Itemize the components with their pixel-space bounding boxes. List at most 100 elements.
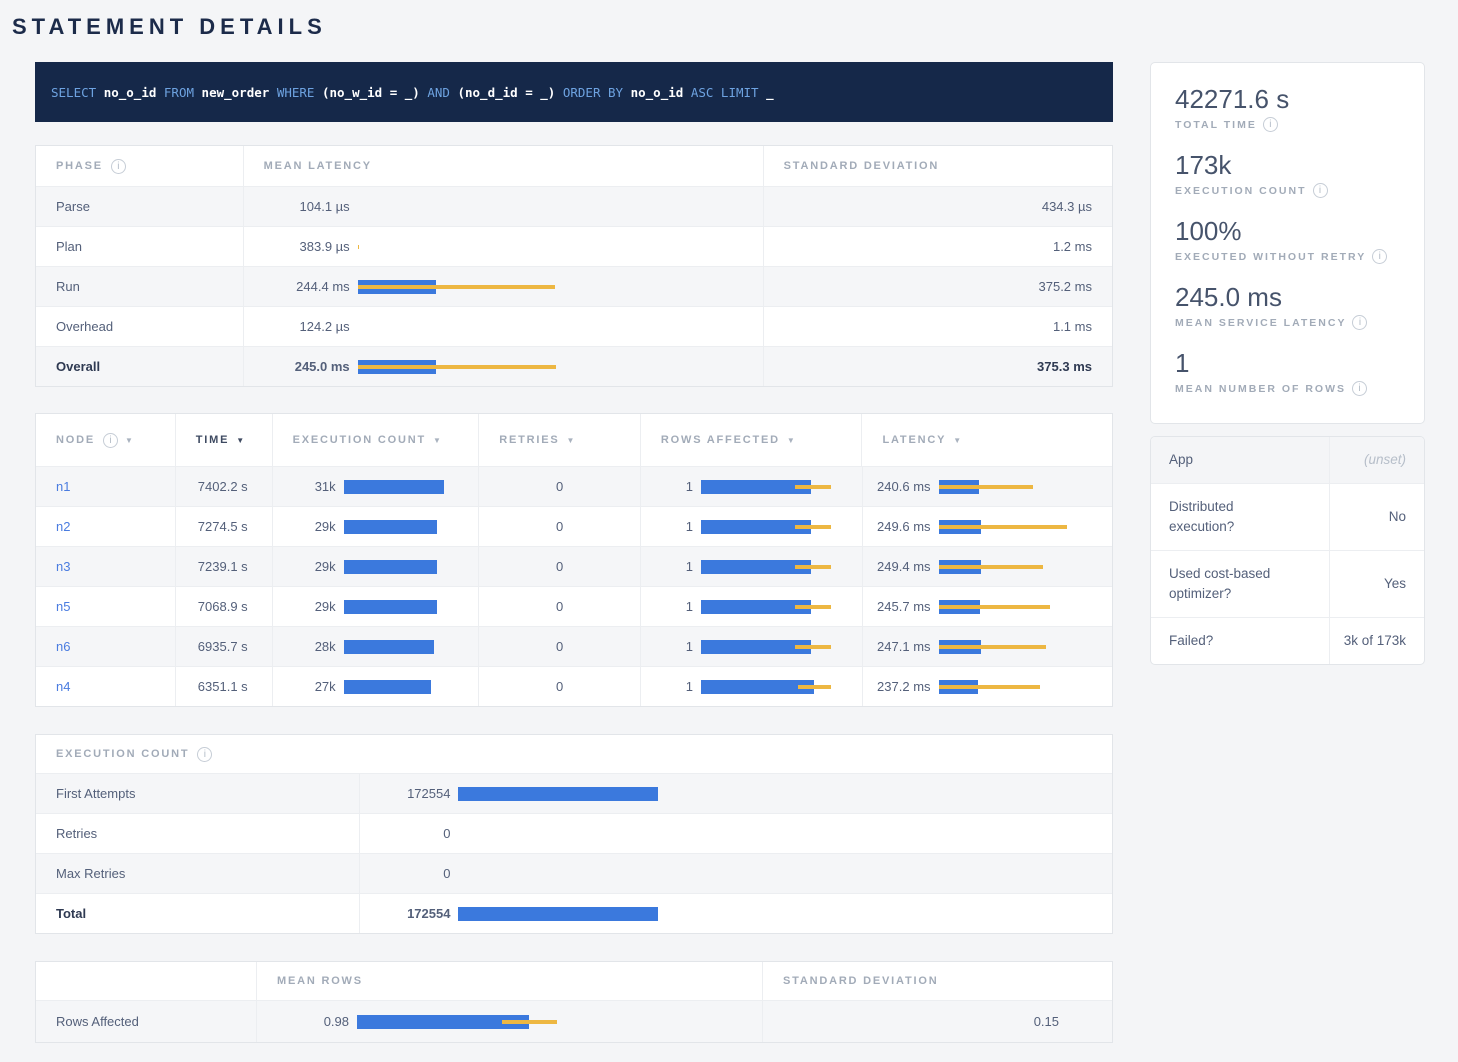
latency-bar [358, 200, 556, 214]
count-bar [458, 907, 658, 921]
rows-affected-value: 1 [649, 559, 693, 574]
rows-affected-value: 1 [649, 479, 693, 494]
table-row: Run 244.4 ms 375.2 ms [36, 266, 1112, 306]
column-header-rows-affected[interactable]: ROWS AFFECTED ▼ [640, 414, 862, 466]
phase-label: Parse [36, 187, 243, 226]
info-icon[interactable]: i [1313, 183, 1328, 198]
rows-affected-bar [701, 480, 831, 494]
info-icon[interactable]: i [1263, 117, 1278, 132]
latency-bar [358, 240, 556, 254]
rows-affected-bar [701, 520, 831, 534]
sql-keyword: ORDER BY [563, 85, 623, 100]
std-dev-value: 375.3 ms [763, 347, 1112, 386]
sql-identifier: (no_w_id = _) [322, 85, 420, 100]
row-label: Retries [36, 814, 359, 853]
std-dev-value: 1.1 ms [763, 307, 1112, 346]
node-link[interactable]: n6 [56, 639, 70, 654]
exec-count-bar [344, 480, 444, 494]
mean-rows-value: 0.98 [263, 1014, 349, 1029]
info-icon[interactable]: i [1352, 381, 1367, 396]
std-dev-value: 434.3 µs [763, 187, 1112, 226]
column-header-standard-deviation: STANDARD DEVIATION [762, 962, 1079, 1000]
phase-label: Run [36, 267, 243, 306]
count-value: 0 [364, 866, 450, 881]
exec-count-bar [344, 600, 444, 614]
node-link[interactable]: n3 [56, 559, 70, 574]
info-icon[interactable]: i [197, 747, 212, 762]
column-header-mean-rows: MEAN ROWS [256, 962, 762, 1000]
mean-latency-value: 124.2 µs [264, 319, 350, 334]
sort-desc-icon[interactable]: ▼ [787, 436, 795, 445]
sql-keyword: ASC LIMIT [691, 85, 759, 100]
node-link[interactable]: n2 [56, 519, 70, 534]
attribute-value: Yes [1329, 551, 1424, 617]
phase-label: Overhead [36, 307, 243, 346]
stat-execution-count: 173k EXECUTION COUNTi [1175, 149, 1400, 198]
time-value: 6935.7 s [175, 627, 272, 666]
column-header-retries[interactable]: RETRIES ▼ [478, 414, 640, 466]
sort-desc-icon[interactable]: ▼ [236, 436, 244, 445]
table-row: Parse 104.1 µs 434.3 µs [36, 186, 1112, 226]
exec-count-value: 29k [281, 599, 336, 614]
node-table: NODE i ▼ TIME ▼ EXECUTION COUNT ▼ RETRIE… [35, 413, 1113, 707]
latency-value: 249.4 ms [869, 559, 931, 574]
info-icon[interactable]: i [1372, 249, 1387, 264]
latency-value: 247.1 ms [869, 639, 931, 654]
sort-desc-icon[interactable]: ▼ [125, 436, 133, 445]
info-icon[interactable]: i [103, 433, 118, 448]
exec-count-value: 29k [281, 559, 336, 574]
sort-desc-icon[interactable]: ▼ [953, 436, 961, 445]
phase-label: Overall [36, 347, 243, 386]
statement-attributes-card: App (unset) Distributed execution? No Us… [1150, 436, 1425, 665]
column-header-latency[interactable]: LATENCY ▼ [861, 414, 1112, 466]
rows-affected-value: 1 [649, 519, 693, 534]
count-bar [458, 827, 658, 841]
attribute-value: No [1329, 484, 1424, 550]
column-header-node[interactable]: NODE i ▼ [36, 414, 175, 466]
node-link[interactable]: n1 [56, 479, 70, 494]
row-label: Total [36, 894, 359, 933]
rows-affected-bar [701, 680, 831, 694]
time-value: 7068.9 s [175, 587, 272, 626]
sql-keyword: FROM [164, 85, 194, 100]
stat-executed-without-retry: 100% EXECUTED WITHOUT RETRYi [1175, 215, 1400, 264]
info-icon[interactable]: i [111, 159, 126, 174]
table-row: Plan 383.9 µs 1.2 ms [36, 226, 1112, 266]
sort-desc-icon[interactable]: ▼ [433, 436, 441, 445]
table-row: Retries 0 [36, 813, 1112, 853]
time-value: 6351.1 s [175, 667, 272, 706]
info-icon[interactable]: i [1352, 315, 1367, 330]
node-row: n2 7274.5 s 29k 0 1 [36, 506, 1112, 546]
latency-bar [939, 600, 1067, 614]
rows-affected-value: 1 [649, 679, 693, 694]
rows-affected-bar [701, 600, 831, 614]
mean-latency-value: 104.1 µs [264, 199, 350, 214]
attribute-row-failed: Failed? 3k of 173k [1151, 617, 1424, 664]
sql-keyword: WHERE [277, 85, 315, 100]
execution-count-title: EXECUTION COUNT i [36, 735, 232, 773]
row-label: Rows Affected [36, 1001, 256, 1042]
mean-latency-value: 245.0 ms [264, 359, 350, 374]
exec-count-bar [344, 560, 444, 574]
table-row: Max Retries 0 [36, 853, 1112, 893]
column-header-mean-latency: MEAN LATENCY [243, 146, 763, 186]
statement-details-page: STATEMENT DETAILS SELECT no_o_id FROM ne… [0, 0, 1458, 1043]
node-row: n3 7239.1 s 29k 0 1 [36, 546, 1112, 586]
exec-count-value: 28k [281, 639, 336, 654]
node-link[interactable]: n5 [56, 599, 70, 614]
time-value: 7239.1 s [175, 547, 272, 586]
retries-value: 0 [478, 587, 640, 626]
node-link[interactable]: n4 [56, 679, 70, 694]
attribute-row-cost-based-optimizer: Used cost-based optimizer? Yes [1151, 550, 1424, 617]
sql-statement: SELECT no_o_id FROM new_order WHERE (no_… [35, 62, 1113, 122]
exec-count-bar [344, 680, 444, 694]
column-header-time[interactable]: TIME ▼ [175, 414, 272, 466]
retries-value: 0 [478, 667, 640, 706]
rows-affected-value: 1 [649, 599, 693, 614]
sort-desc-icon[interactable]: ▼ [567, 436, 575, 445]
latency-bar [939, 680, 1067, 694]
latency-bar [939, 480, 1067, 494]
node-row: n4 6351.1 s 27k 0 1 [36, 666, 1112, 706]
node-row: n1 7402.2 s 31k 0 1 [36, 466, 1112, 506]
column-header-execution-count[interactable]: EXECUTION COUNT ▼ [272, 414, 479, 466]
